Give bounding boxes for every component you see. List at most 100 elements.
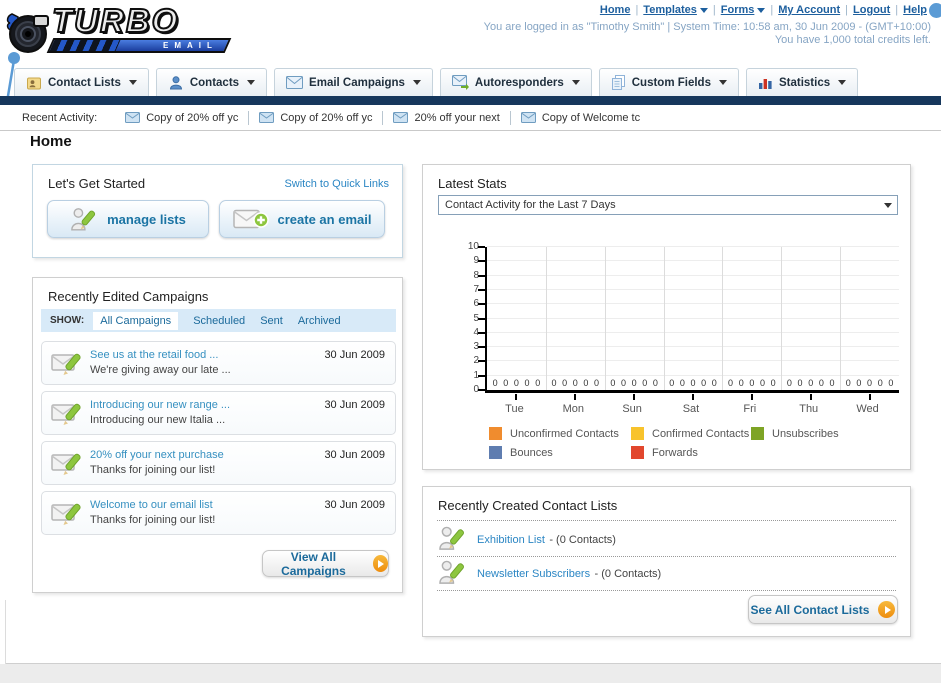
x-tick: [633, 394, 636, 400]
campaigns-panel: Recently Edited Campaigns SHOW: All Camp…: [32, 277, 403, 593]
chart-value-label: 0: [594, 378, 600, 388]
envelope-pencil-icon: [51, 353, 81, 375]
legend-item-confirmed: Confirmed Contacts: [631, 427, 751, 440]
legend-swatch: [631, 427, 644, 440]
tab-contact-lists[interactable]: Contact Lists: [14, 68, 149, 96]
dotted-separator: [437, 556, 896, 557]
chart-gridline: [487, 331, 899, 333]
campaign-item[interactable]: 20% off your next purchase Thanks for jo…: [41, 441, 396, 485]
campaign-date: 30 Jun 2009: [324, 399, 385, 411]
view-all-campaigns-button[interactable]: View All Campaigns: [262, 550, 389, 578]
legend-label: Forwards: [652, 446, 698, 459]
nav-separator: |: [845, 4, 849, 16]
tab-email-campaigns[interactable]: Email Campaigns: [274, 68, 433, 96]
see-all-contact-lists-label: See All Contact Lists: [750, 602, 870, 617]
chart-gridline: [487, 346, 899, 348]
contact-lists-icon: [27, 77, 41, 89]
campaign-item[interactable]: Introducing our new range ... Introducin…: [41, 391, 396, 435]
activity-item[interactable]: Copy of 20% off yc: [115, 110, 250, 125]
contact-list-link[interactable]: Newsletter Subscribers: [477, 568, 590, 580]
chevron-down-icon: [128, 80, 137, 85]
y-tick: [478, 389, 485, 391]
logo-subtitle: EMAIL: [163, 41, 218, 50]
y-tick-label: 8: [473, 269, 479, 281]
activity-item-label: Copy of Welcome tc: [541, 111, 641, 124]
app-logo[interactable]: TURBO EMAIL: [6, 1, 241, 58]
person-pencil-icon: [439, 560, 464, 584]
contact-list-count: - (0 Contacts): [549, 533, 616, 546]
nav-link-my-account[interactable]: My Account: [778, 4, 840, 16]
y-tick: [478, 303, 485, 306]
filter-all-campaigns[interactable]: All Campaigns: [93, 311, 179, 330]
create-email-button[interactable]: create an email: [219, 200, 385, 238]
contact-list-item[interactable]: Newsletter Subscribers - (0 Contacts): [438, 559, 661, 586]
chart-gridline: [487, 374, 899, 376]
manage-lists-button[interactable]: manage lists: [47, 200, 209, 238]
contact-list-item[interactable]: Exhibition List - (0 Contacts): [438, 525, 616, 552]
logo-stripes: [49, 40, 121, 51]
x-tick: [868, 394, 871, 400]
nav-link-logout[interactable]: Logout: [853, 4, 890, 16]
campaign-title-link[interactable]: Welcome to our email list: [90, 499, 213, 511]
stats-period-select[interactable]: Contact Activity for the Last 7 Days: [438, 195, 898, 215]
nav-link-forms[interactable]: Forms: [721, 4, 755, 16]
campaign-item[interactable]: Welcome to our email list Thanks for joi…: [41, 491, 396, 535]
campaign-title-link[interactable]: Introducing our new range ...: [90, 399, 230, 411]
activity-item[interactable]: 20% off your next: [383, 110, 511, 125]
chart-value-label: 0: [669, 378, 675, 388]
x-tick-label: Thu: [799, 403, 819, 415]
tab-label: Contacts: [189, 76, 240, 89]
x-tick: [692, 394, 694, 400]
nav-link-help[interactable]: Help: [903, 4, 927, 16]
chart-value-label: 0: [818, 378, 824, 388]
chart-value-label: 0: [856, 378, 862, 388]
y-tick: [478, 260, 485, 263]
tab-autoresponders[interactable]: Autoresponders: [439, 68, 592, 96]
y-tick-label: 2: [473, 355, 479, 367]
tab-statistics[interactable]: Statistics: [745, 68, 859, 96]
chart-value-label: 0: [888, 378, 894, 388]
chart-value-label: 0: [610, 378, 616, 388]
nav-link-home[interactable]: Home: [600, 4, 631, 16]
x-tick-label: Sat: [682, 403, 700, 415]
nav-link-templates[interactable]: Templates: [643, 4, 697, 16]
filter-archived[interactable]: Archived: [298, 315, 341, 327]
chart-day-separator: [722, 247, 724, 390]
chart-value-label: 0: [524, 378, 530, 388]
tab-contacts[interactable]: Contacts: [155, 68, 268, 96]
chart-value-label: 0: [728, 378, 734, 388]
page: TURBO EMAIL Home | Templates | Forms | My Acco…: [0, 0, 941, 683]
campaign-title-link[interactable]: See us at the retail food ...: [90, 349, 218, 361]
person-pencil-icon: [439, 526, 464, 550]
chart-value-label: 0: [877, 378, 883, 388]
x-tick-label: Tue: [505, 403, 524, 415]
chart-value-labels: 00000: [840, 378, 899, 388]
campaigns-title: Recently Edited Campaigns: [48, 289, 209, 304]
help-bubble-icon[interactable]: [929, 3, 941, 18]
chart-value-label: 0: [535, 378, 541, 388]
filter-scheduled[interactable]: Scheduled: [193, 315, 245, 327]
chevron-down-icon: [838, 80, 847, 85]
activity-item[interactable]: Copy of 20% off yc: [249, 110, 384, 125]
filter-sent[interactable]: Sent: [260, 315, 283, 327]
nav-separator: |: [635, 4, 639, 16]
chart-value-label: 0: [829, 378, 835, 388]
envelope-icon: [125, 112, 141, 123]
tab-custom-fields[interactable]: Custom Fields: [598, 68, 739, 96]
activity-item[interactable]: Copy of Welcome tc: [511, 111, 650, 125]
y-tick-label: 10: [467, 241, 479, 252]
see-all-contact-lists-button[interactable]: See All Contact Lists: [748, 595, 898, 624]
campaign-title-link[interactable]: 20% off your next purchase: [90, 449, 224, 461]
envelope-icon: [393, 112, 409, 123]
legend-item-forwards: Forwards: [631, 446, 751, 459]
y-tick: [478, 288, 485, 291]
campaign-item[interactable]: See us at the retail food ... We're givi…: [41, 341, 396, 385]
campaigns-filter-bar: SHOW: All Campaigns Scheduled Sent Archi…: [41, 309, 396, 332]
switch-quick-links[interactable]: Switch to Quick Links: [284, 178, 389, 190]
campaign-date: 30 Jun 2009: [324, 499, 385, 511]
chart-value-label: 0: [711, 378, 717, 388]
recent-activity-label: Recent Activity:: [22, 111, 98, 124]
campaign-subtitle: We're giving away our late ...: [90, 364, 231, 376]
contact-list-link[interactable]: Exhibition List: [477, 534, 545, 546]
y-tick-label: 0: [473, 384, 479, 395]
